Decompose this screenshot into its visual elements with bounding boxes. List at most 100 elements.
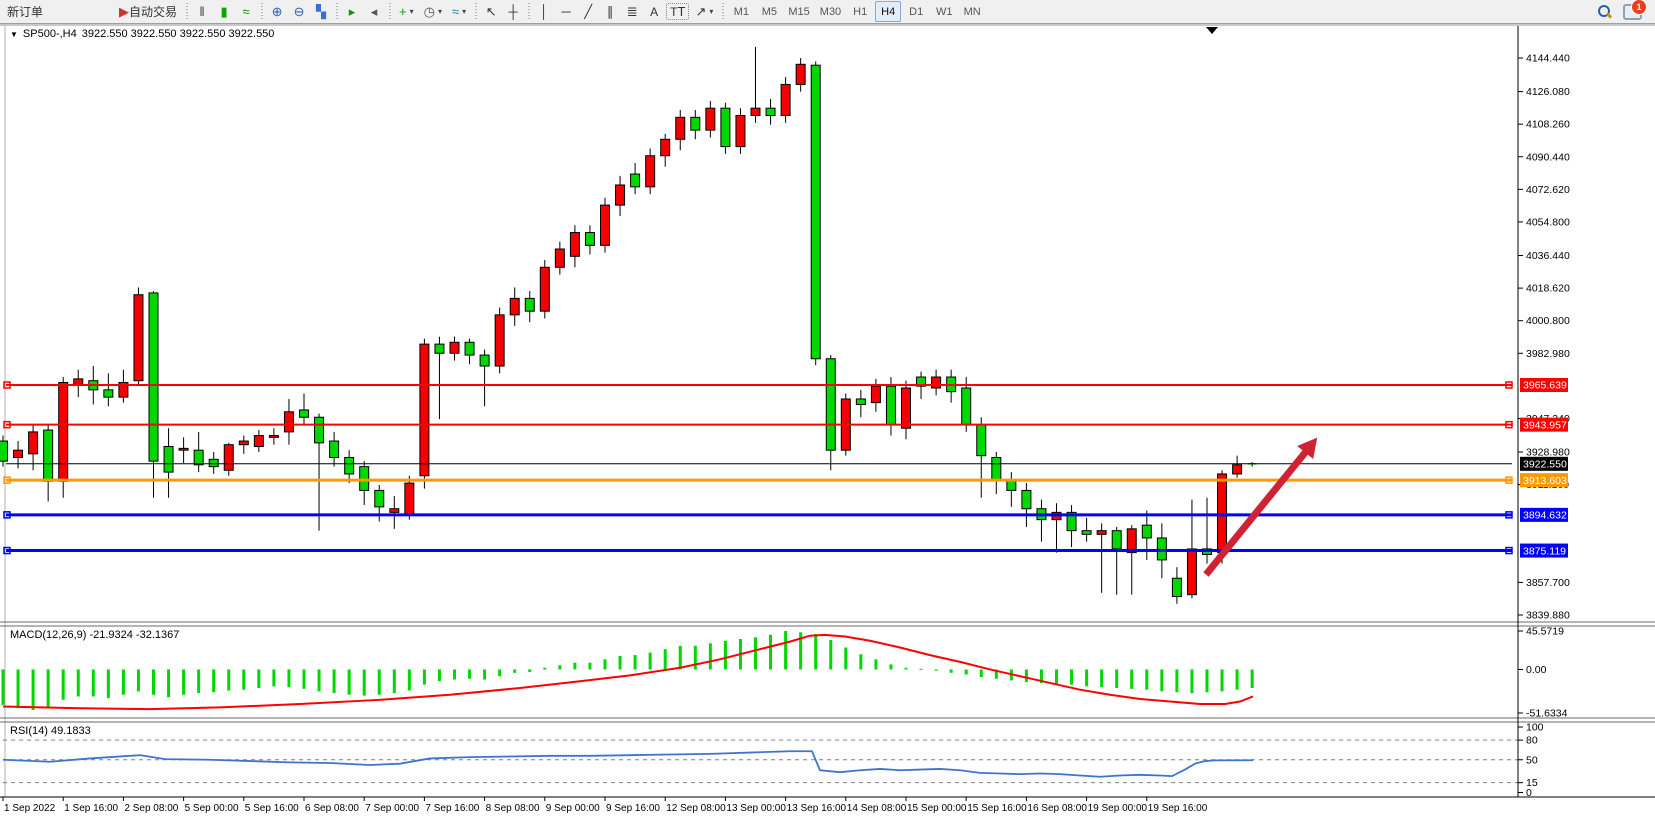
candle-body bbox=[420, 344, 429, 476]
macd-histogram-bar bbox=[920, 669, 923, 670]
text-button[interactable]: A bbox=[644, 1, 664, 22]
candle-body bbox=[616, 185, 625, 205]
zoom-out-button[interactable]: ⊖ bbox=[289, 1, 309, 22]
macd-histogram-bar bbox=[498, 669, 501, 676]
macd-histogram-bar bbox=[784, 631, 787, 669]
candle-body bbox=[435, 344, 444, 353]
macd-histogram-bar bbox=[814, 634, 817, 669]
macd-histogram-bar bbox=[859, 654, 862, 669]
timeframe-button-h1[interactable]: H1 bbox=[847, 1, 873, 22]
macd-histogram-bar bbox=[1100, 669, 1103, 687]
macd-axis-label: 0.00 bbox=[1526, 664, 1547, 676]
channel-button[interactable]: ∥ bbox=[600, 1, 620, 22]
macd-histogram-bar bbox=[242, 669, 245, 689]
timeframe-button-m15[interactable]: M15 bbox=[784, 1, 813, 22]
timeframe-button-w1[interactable]: W1 bbox=[931, 1, 957, 22]
time-axis-label: 5 Sep 16:00 bbox=[245, 803, 299, 814]
horizontal-line-button[interactable]: ─ bbox=[556, 1, 576, 22]
macd-histogram-bar bbox=[874, 659, 877, 669]
text-label-button[interactable]: TT bbox=[666, 3, 689, 20]
dropdown-arrow-icon[interactable]: ▾ bbox=[438, 7, 442, 16]
macd-histogram-bar bbox=[889, 664, 892, 669]
chart-shift-button[interactable]: ◂ bbox=[364, 1, 384, 22]
chart-window[interactable]: 4144.4404126.0804108.2604090.4404072.620… bbox=[0, 24, 1655, 822]
candle-body bbox=[796, 64, 805, 84]
notification-badge: 1 bbox=[1631, 0, 1647, 15]
chart-canvas[interactable]: 4144.4404126.0804108.2604090.4404072.620… bbox=[0, 24, 1655, 822]
candle-body bbox=[676, 117, 685, 139]
templates-button[interactable]: ≈▾ bbox=[448, 1, 470, 22]
dropdown-arrow-icon[interactable]: ▾ bbox=[462, 7, 466, 16]
macd-histogram-bar bbox=[694, 646, 697, 670]
toolbar-group: │─╱∥≣ATT↗▾ bbox=[533, 0, 718, 24]
price-tick-label: 4018.620 bbox=[1526, 283, 1570, 295]
search-button[interactable] bbox=[1593, 1, 1617, 22]
new-order-button[interactable]: 新订单 bbox=[3, 1, 47, 22]
macd-histogram-bar bbox=[588, 663, 591, 670]
time-axis-label: 2 Sep 08:00 bbox=[124, 803, 178, 814]
candle-body bbox=[706, 108, 715, 130]
signals-icon-button[interactable] bbox=[93, 1, 113, 22]
crosshair-button[interactable]: ┼ bbox=[503, 1, 523, 22]
timeframe-button-m30[interactable]: M30 bbox=[816, 1, 845, 22]
arrows-button[interactable]: ↗▾ bbox=[691, 1, 717, 22]
candle-body bbox=[826, 359, 835, 450]
candle-body bbox=[932, 377, 941, 388]
periods-button[interactable]: ◷▾ bbox=[420, 1, 446, 22]
market-watch-icon-button[interactable] bbox=[49, 1, 69, 22]
toolbar-grip bbox=[184, 3, 189, 21]
macd-histogram-bar bbox=[1055, 669, 1058, 683]
vertical-line-button[interactable]: │ bbox=[534, 1, 554, 22]
candle-body bbox=[495, 315, 504, 366]
line-chart-button[interactable]: ≈ bbox=[236, 1, 256, 22]
zoom-in-button[interactable]: ⊕ bbox=[267, 1, 287, 22]
candle-body bbox=[585, 233, 594, 246]
candle-body bbox=[525, 298, 534, 311]
macd-histogram-bar bbox=[649, 653, 652, 670]
bar-chart-button[interactable]: ‖ bbox=[192, 1, 212, 22]
tile-windows-button[interactable]: ▚ bbox=[311, 1, 331, 22]
chart-collapse-icon[interactable]: ▼ bbox=[10, 30, 18, 39]
timeframe-button-d1[interactable]: D1 bbox=[903, 1, 929, 22]
macd-histogram-bar bbox=[257, 669, 260, 688]
line-chart-icon: ≈ bbox=[242, 5, 249, 18]
price-tick-label: 4090.440 bbox=[1526, 151, 1570, 163]
macd-histogram-bar bbox=[137, 669, 140, 691]
macd-histogram-bar bbox=[513, 669, 516, 672]
terminal-icon-button[interactable] bbox=[71, 1, 91, 22]
chart-symbol-period: SP500-,H4 bbox=[23, 28, 77, 40]
candle-body bbox=[179, 448, 188, 450]
fibonacci-button[interactable]: ≣ bbox=[622, 1, 642, 22]
macd-histogram-bar bbox=[2, 669, 5, 704]
macd-histogram-bar bbox=[348, 669, 351, 694]
text-label-button-label: T bbox=[670, 5, 677, 19]
timeframe-button-m1[interactable]: M1 bbox=[728, 1, 754, 22]
auto-trading-button[interactable]: ▶自动交易 bbox=[115, 1, 181, 22]
auto-scroll-button[interactable]: ▸ bbox=[342, 1, 362, 22]
dropdown-arrow-icon[interactable]: ▾ bbox=[410, 7, 414, 16]
candlestick-chart-icon: ▮ bbox=[220, 5, 227, 18]
macd-histogram-bar bbox=[558, 665, 561, 669]
toolbar-grip bbox=[259, 3, 264, 21]
price-badge-label: 3875.119 bbox=[1523, 545, 1566, 557]
price-tick-label: 4000.800 bbox=[1526, 315, 1570, 327]
candle-body bbox=[1082, 531, 1091, 535]
notifications-button[interactable]: 1 bbox=[1619, 1, 1646, 22]
indicators-button[interactable]: +▾ bbox=[395, 1, 418, 22]
timeframe-button-h4[interactable]: H4 bbox=[875, 1, 901, 22]
candle-body bbox=[269, 436, 278, 438]
candle-body bbox=[330, 441, 339, 457]
macd-histogram-bar bbox=[152, 669, 155, 694]
timeframe-button-m5[interactable]: M5 bbox=[756, 1, 782, 22]
cursor-button[interactable]: ↖ bbox=[481, 1, 501, 22]
trendline-button[interactable]: ╱ bbox=[578, 1, 598, 22]
candle-body bbox=[405, 483, 414, 514]
candlestick-chart-button[interactable]: ▮ bbox=[214, 1, 234, 22]
toolbar-right-cluster: 1 bbox=[1592, 1, 1647, 22]
timeframe-button-mn[interactable]: MN bbox=[959, 1, 985, 22]
macd-axis-label: 45.5719 bbox=[1526, 626, 1564, 638]
candle-body bbox=[300, 410, 309, 417]
candle-body bbox=[14, 450, 23, 457]
dropdown-arrow-icon[interactable]: ▾ bbox=[709, 7, 713, 16]
macd-histogram-bar bbox=[1251, 669, 1254, 687]
